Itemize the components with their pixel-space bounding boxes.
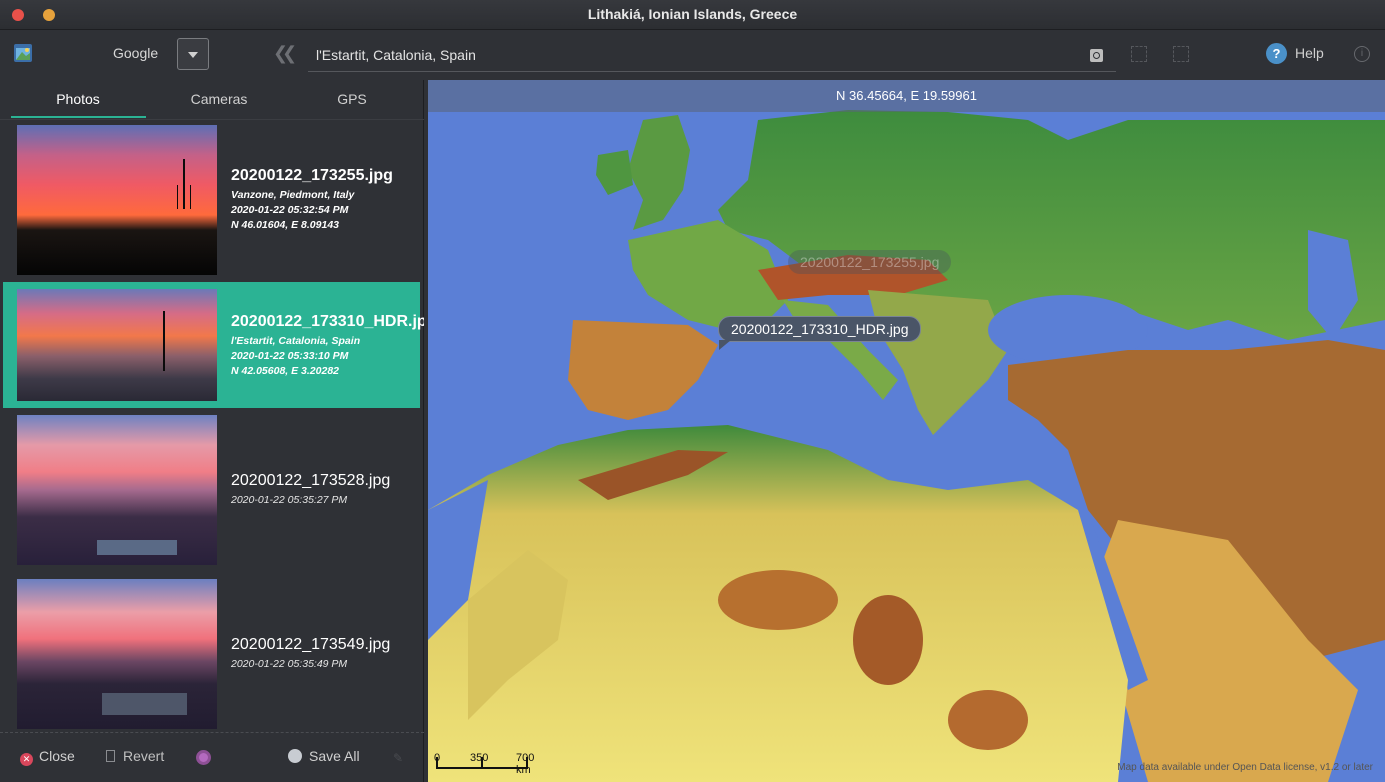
photo-filename: 20200122_173310_HDR.jpg [231,313,424,330]
help-icon[interactable]: ? [1266,43,1287,64]
close-button[interactable]: ✕ Close [20,748,75,766]
panel-tabs: Photos Cameras GPS [0,80,424,120]
scale-tick [436,757,438,769]
photo-thumbnail [17,415,217,565]
photo-location: Vanzone, Piedmont, Italy [231,189,355,201]
ahaggar-highlands [718,570,838,630]
photo-filename: 20200122_173255.jpg [231,167,393,184]
scale-tick [481,757,483,769]
tab-gps[interactable]: GPS [282,91,422,107]
darfur-highlands [948,690,1028,750]
search-icon[interactable] [1090,49,1103,62]
app-window: Lithakiá, Ionian Islands, Greece Google … [0,0,1385,782]
terrain-map [428,80,1385,782]
photo-location: l'Estartit, Catalonia, Spain [231,335,361,347]
chevron-down-icon [188,52,198,58]
tab-photos[interactable]: Photos [8,91,148,107]
tibesti-highlands [853,595,923,685]
location-search [308,38,1116,72]
photo-panel: Photos Cameras GPS 20200122_173255.jpg V… [0,80,424,782]
zoom-selection-icon[interactable] [1173,46,1189,62]
photo-list: 20200122_173255.jpg Vanzone, Piedmont, I… [0,120,424,732]
help-button[interactable]: Help [1295,45,1324,61]
bottom-action-bar: ✕ Close Revert Save All ✎ [0,732,424,782]
photo-filename: 20200122_173549.jpg [231,636,391,653]
photo-item[interactable]: 20200122_173549.jpg 2020-01-22 05:35:49 … [3,574,420,732]
map-attribution: Map data available under Open Data licen… [1117,762,1373,773]
title-bar: Lithakiá, Ionian Islands, Greece [0,0,1385,30]
map-marker-photo[interactable]: 20200122_173255.jpg [788,250,952,274]
photo-datetime: 2020-01-22 05:33:10 PM [231,350,349,362]
map-marker-selected[interactable]: 20200122_173310_HDR.jpg [718,316,922,350]
tab-cameras[interactable]: Cameras [149,91,289,107]
save-icon [288,749,302,763]
save-all-button[interactable]: Save All [288,748,360,764]
map-view[interactable]: N 36.45664, E 19.59961 20200122_173255.j… [428,80,1385,782]
window-title: Lithakiá, Ionian Islands, Greece [587,6,798,22]
close-label: Close [39,748,75,764]
photo-datetime: 2020-01-22 05:35:27 PM [231,494,348,506]
map-provider-dropdown[interactable] [177,38,209,70]
close-icon: ✕ [20,753,33,766]
settings-gear-icon[interactable] [196,750,211,765]
edit-pen-icon[interactable]: ✎ [393,751,403,765]
save-all-label: Save All [309,748,360,764]
photo-coords: N 42.05608, E 3.20282 [231,365,340,377]
rooftop-silhouette [97,540,177,555]
map-provider-label: Google [113,45,159,61]
info-icon[interactable]: i [1354,46,1370,62]
photo-item[interactable]: 20200122_173255.jpg Vanzone, Piedmont, I… [3,120,420,280]
cursor-coordinates: N 36.45664, E 19.59961 [836,88,977,103]
scale-bar: 0 350 700 km [434,752,534,776]
go-back-icon[interactable]: ❮❮ [273,43,297,64]
scale-tick [526,757,528,769]
revert-button[interactable]: Revert [106,748,164,764]
revert-label: Revert [123,748,165,764]
coordinate-bar: N 36.45664, E 19.59961 [428,80,1385,112]
rooftop-silhouette [102,693,187,715]
scale-label-350: 350 [470,752,489,764]
photo-coords: N 46.01604, E 8.09143 [231,219,340,231]
photo-datetime: 2020-01-22 05:35:49 PM [231,658,348,670]
active-tab-indicator [11,116,146,118]
photo-filename: 20200122_173528.jpg [231,472,391,489]
photo-item[interactable]: 20200122_173528.jpg 2020-01-22 05:35:27 … [3,410,420,570]
toolbar: Google ❮❮ ? Help i [0,30,1385,80]
zoom-fit-icon[interactable] [1131,46,1147,62]
photo-thumbnail [17,289,217,401]
photo-thumbnail [17,579,217,729]
tower-frame [177,185,191,209]
tower-silhouette [163,311,165,371]
revert-icon [106,750,115,762]
photo-item-selected[interactable]: 20200122_173310_HDR.jpg l'Estartit, Cata… [3,282,424,408]
photo-thumbnail [17,125,217,275]
location-search-input[interactable] [316,44,1076,66]
app-logo-icon [14,44,32,62]
photo-datetime: 2020-01-22 05:32:54 PM [231,204,349,216]
